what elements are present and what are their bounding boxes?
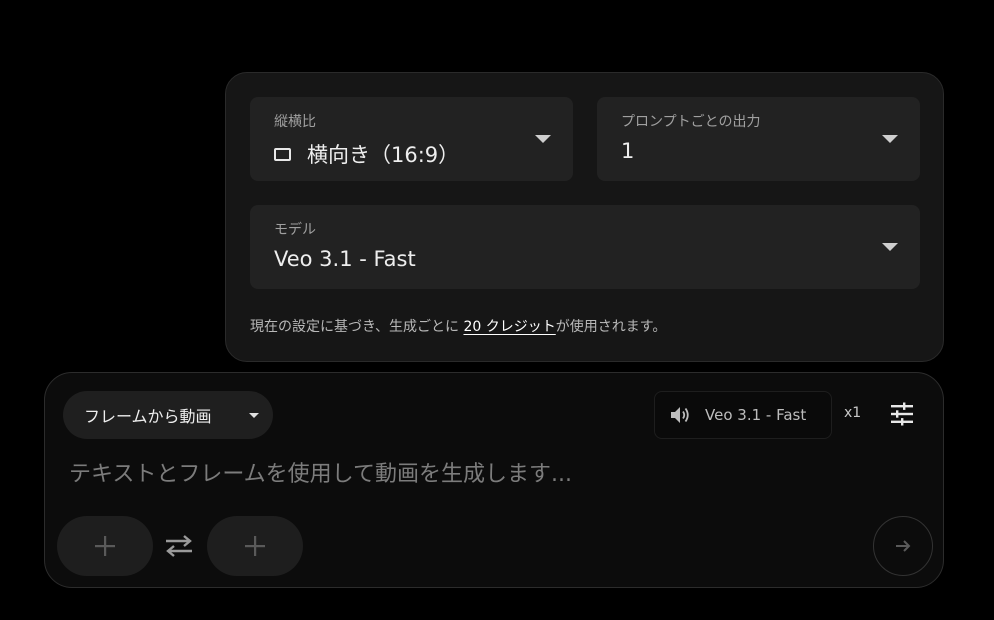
chevron-down-icon: [882, 135, 898, 143]
output-count-label[interactable]: x1: [844, 405, 861, 421]
credits-note-suffix: が使用されます。: [555, 319, 667, 335]
generation-settings-panel: 縦横比 横向き（16:9） プロンプトごとの出力 1 モデル Veo 3.1 -…: [225, 72, 944, 362]
model-chip-label: Veo 3.1 - Fast: [705, 406, 807, 424]
caret-down-icon: [249, 413, 259, 418]
chevron-down-icon: [882, 243, 898, 251]
send-button[interactable]: [873, 516, 933, 576]
aspect-ratio-select[interactable]: 縦横比 横向き（16:9）: [250, 97, 573, 181]
mode-select[interactable]: フレームから動画: [63, 391, 273, 439]
swap-frames-icon[interactable]: [162, 533, 196, 559]
model-value: Veo 3.1 - Fast: [274, 247, 416, 271]
add-end-frame-button[interactable]: [207, 516, 303, 576]
aspect-ratio-label: 縦横比: [274, 114, 316, 130]
add-start-frame-button[interactable]: [57, 516, 153, 576]
outputs-per-prompt-select[interactable]: プロンプトごとの出力 1: [597, 97, 920, 181]
credits-link[interactable]: 20 クレジット: [463, 319, 555, 335]
credits-note: 現在の設定に基づき、生成ごとに 20 クレジットが使用されます。: [250, 316, 666, 336]
outputs-per-prompt-label: プロンプトごとの出力: [621, 114, 761, 130]
tune-settings-icon[interactable]: [889, 401, 915, 427]
aspect-ratio-value: 横向き（16:9）: [274, 139, 459, 169]
plus-icon: [95, 536, 115, 556]
model-select[interactable]: モデル Veo 3.1 - Fast: [250, 205, 920, 289]
landscape-rect-icon: [274, 147, 291, 161]
arrow-right-icon: [896, 540, 911, 552]
prompt-input[interactable]: [69, 459, 829, 489]
aspect-ratio-value-text: 横向き（16:9）: [307, 143, 460, 167]
mode-select-label: フレームから動画: [84, 407, 212, 426]
outputs-per-prompt-value: 1: [621, 139, 635, 163]
chevron-down-icon: [535, 135, 551, 143]
plus-icon: [245, 536, 265, 556]
prompt-composer: フレームから動画 Veo 3.1 - Fast x1: [44, 372, 944, 588]
volume-icon: [671, 407, 689, 423]
model-chip[interactable]: Veo 3.1 - Fast: [654, 391, 832, 439]
model-label: モデル: [274, 222, 316, 238]
credits-note-prefix: 現在の設定に基づき、生成ごとに: [250, 319, 464, 335]
